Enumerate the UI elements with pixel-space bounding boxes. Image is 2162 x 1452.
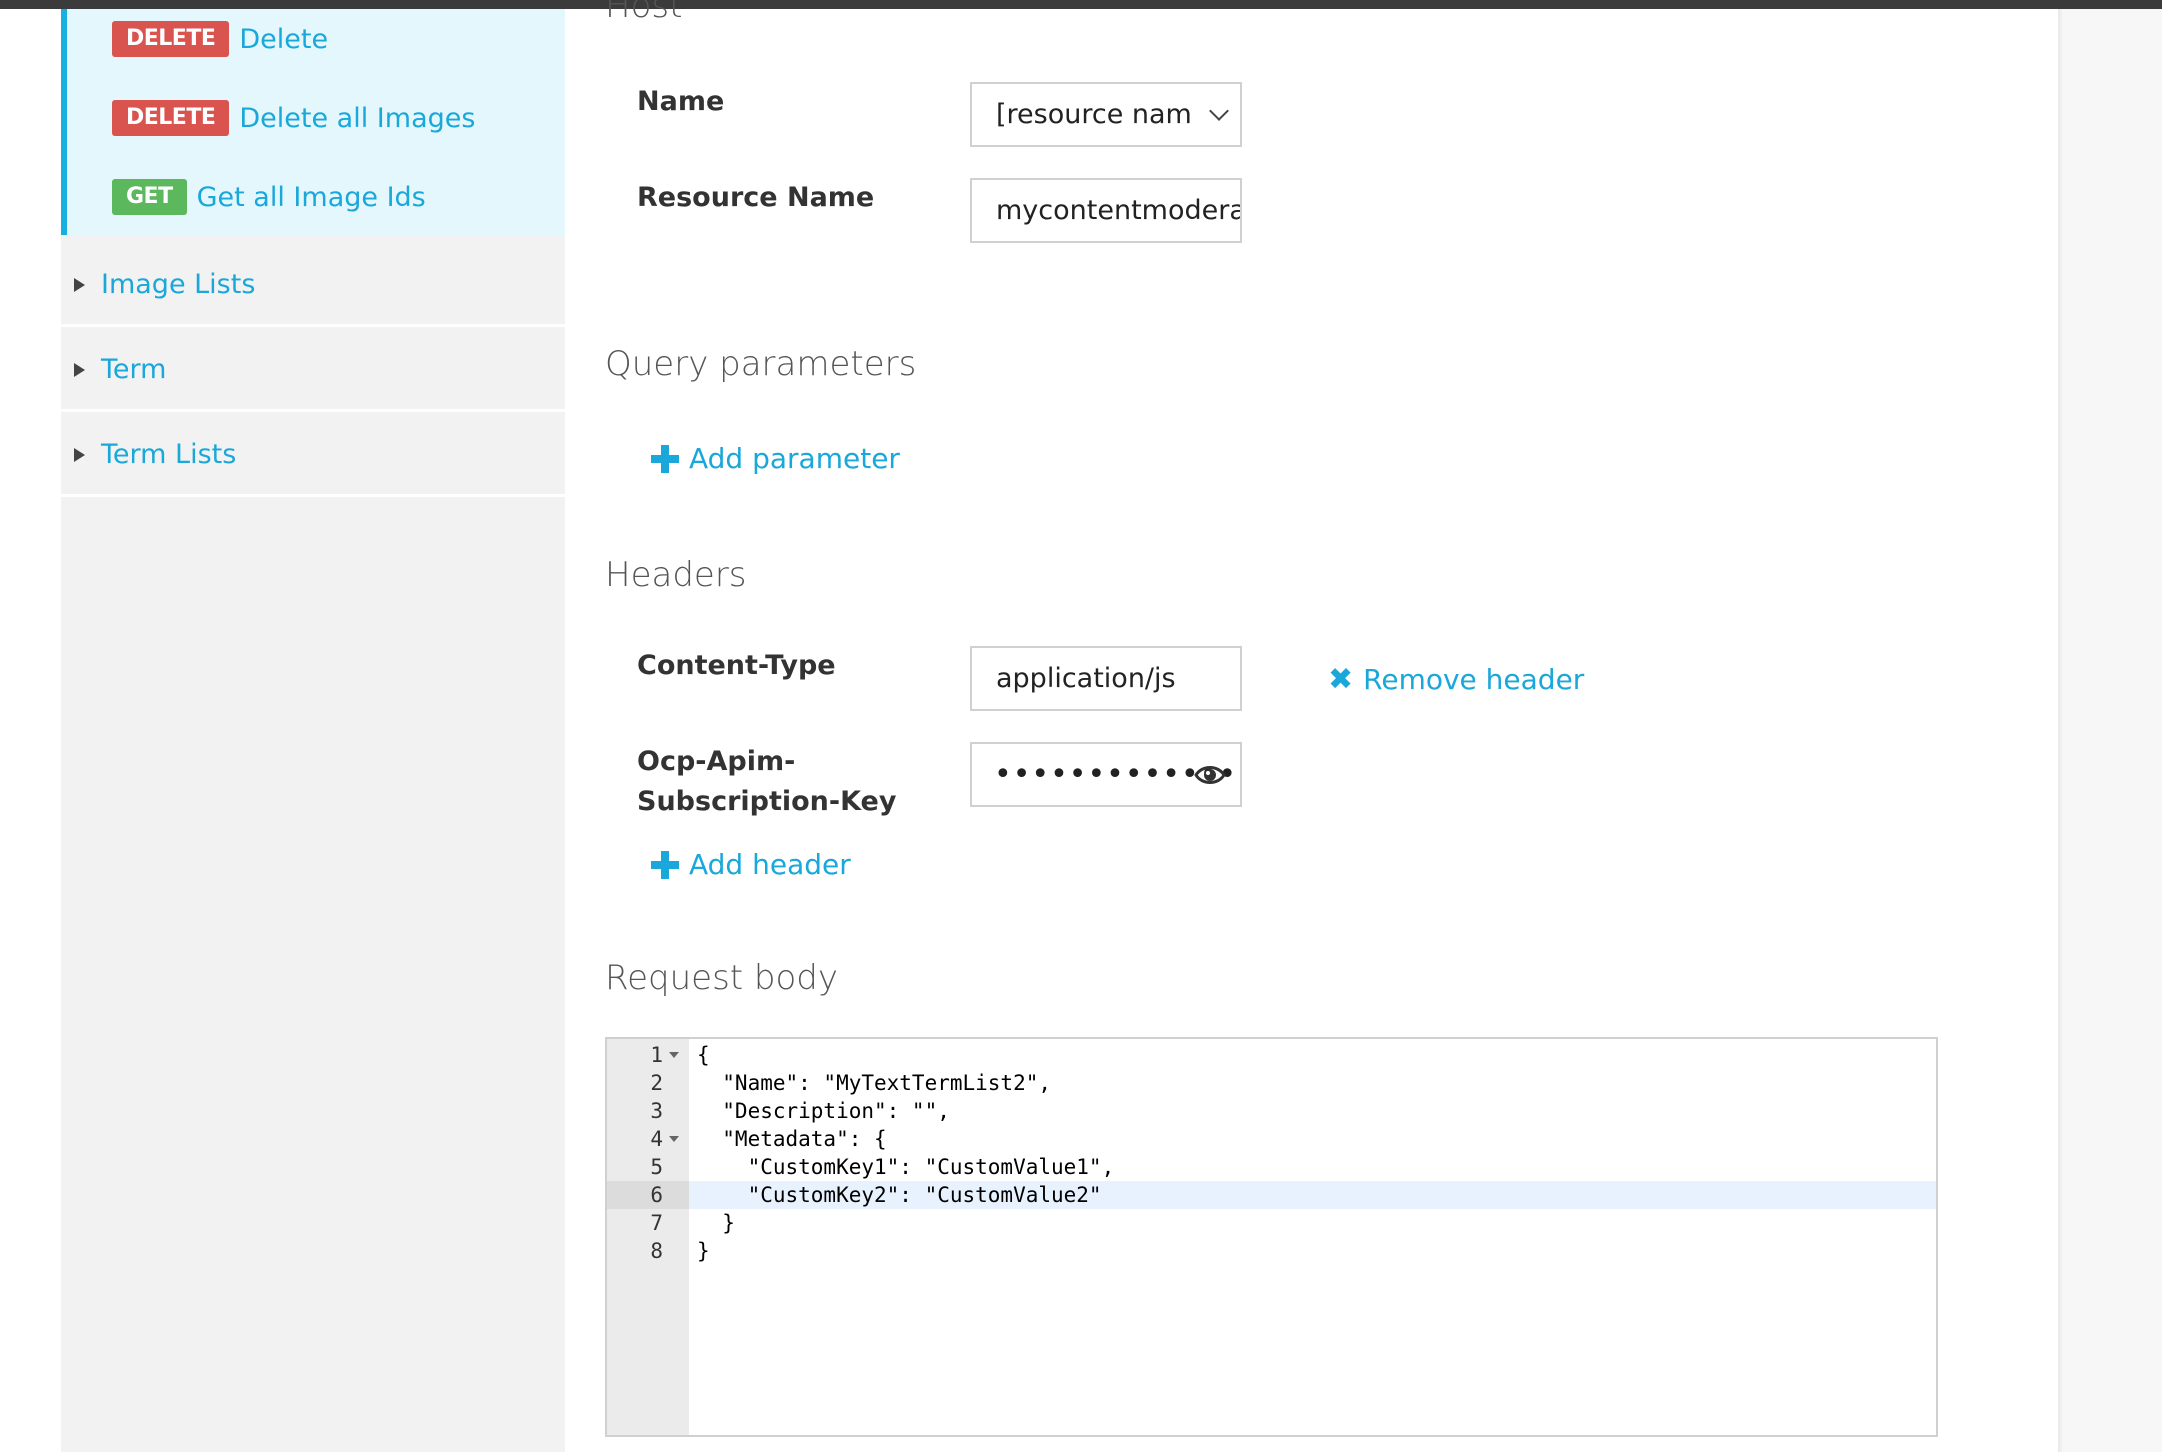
code-text: "Name": "MyTextTermList2",	[697, 1071, 1052, 1095]
content-type-value: application/js	[996, 663, 1176, 694]
resource-name-label: Resource Name	[637, 182, 875, 213]
code-text: "Description": "",	[697, 1099, 950, 1123]
code-text: }	[697, 1239, 710, 1263]
operation-label: Delete all Images	[239, 102, 476, 134]
name-label: Name	[637, 86, 725, 117]
request-body-title: Request body	[605, 958, 839, 998]
code-text: "CustomKey2": "CustomValue2"	[697, 1183, 1102, 1207]
method-badge: DELETE	[112, 100, 230, 136]
code-line: 4 "Metadata": {	[607, 1125, 1936, 1153]
line-number: 8	[650, 1239, 663, 1263]
plus-icon	[651, 444, 679, 473]
code-line-active: 6 "CustomKey2": "CustomValue2"	[607, 1181, 1936, 1209]
group-label: Image Lists	[101, 269, 256, 300]
code-line: 1 {	[607, 1041, 1936, 1069]
operations-panel: DELETE Delete DELETE Delete all Images G…	[61, 9, 565, 235]
name-select[interactable]: [resource nam	[970, 82, 1242, 147]
line-number: 3	[650, 1099, 663, 1123]
sidebar-group-term[interactable]: Term	[61, 330, 565, 412]
line-number: 6	[650, 1183, 663, 1207]
method-badge: GET	[112, 179, 187, 215]
code-line: 8 }	[607, 1237, 1936, 1265]
line-number: 4	[650, 1127, 663, 1151]
remove-header-label: Remove header	[1363, 663, 1585, 696]
content-type-input[interactable]: application/js	[970, 646, 1242, 711]
add-parameter-label: Add parameter	[689, 442, 900, 475]
add-parameter-link[interactable]: Add parameter	[651, 442, 900, 475]
close-icon: ✖	[1328, 662, 1354, 697]
page-right-margin	[2062, 9, 2162, 1452]
line-number: 5	[650, 1155, 663, 1179]
sidebar: DELETE Delete DELETE Delete all Images G…	[61, 9, 565, 1452]
content-type-label: Content-Type	[637, 650, 836, 681]
operation-delete[interactable]: DELETE Delete	[112, 19, 328, 59]
code-line: 7 }	[607, 1209, 1936, 1237]
code-text: }	[697, 1211, 735, 1235]
chevron-down-icon	[1209, 101, 1229, 121]
add-header-label: Add header	[689, 848, 851, 881]
operation-delete-all-images[interactable]: DELETE Delete all Images	[112, 98, 475, 138]
query-parameters-title: Query parameters	[605, 344, 917, 384]
code-text: {	[697, 1043, 710, 1067]
code-line: 2 "Name": "MyTextTermList2",	[607, 1069, 1936, 1097]
code-text: "CustomKey1": "CustomValue1",	[697, 1155, 1115, 1179]
subscription-key-label: Ocp-Apim-Subscription-Key	[637, 746, 897, 817]
subscription-key-input[interactable]: ••••••••••••••	[970, 742, 1242, 807]
code-line: 5 "CustomKey1": "CustomValue1",	[607, 1153, 1936, 1181]
expand-triangle-icon	[74, 362, 85, 377]
name-select-value: [resource nam	[996, 99, 1192, 130]
line-number: 2	[650, 1071, 663, 1095]
headers-title: Headers	[605, 555, 747, 595]
code-text: "Metadata": {	[697, 1127, 887, 1151]
line-number: 7	[650, 1211, 663, 1235]
eye-icon[interactable]	[1194, 762, 1226, 792]
fold-arrow-icon[interactable]	[669, 1052, 679, 1058]
request-body-editor[interactable]: 1 { 2 "Name": "MyTextTermList2", 3 "Desc…	[605, 1037, 1938, 1437]
host-section-title: Host	[605, 0, 683, 26]
window-top-bar	[0, 0, 2162, 9]
operation-label: Get all Image Ids	[196, 181, 426, 213]
sidebar-group-term-lists[interactable]: Term Lists	[61, 415, 565, 497]
group-label: Term	[101, 354, 167, 385]
operation-label: Delete	[239, 23, 329, 55]
line-number: 1	[650, 1043, 663, 1067]
fold-arrow-icon[interactable]	[669, 1136, 679, 1142]
resource-name-value: mycontentmodera	[996, 195, 1240, 226]
expand-triangle-icon	[74, 447, 85, 462]
expand-triangle-icon	[74, 277, 85, 292]
remove-header-link[interactable]: ✖ Remove header	[1328, 662, 1584, 697]
resource-name-input[interactable]: mycontentmodera	[970, 178, 1242, 243]
group-label: Term Lists	[101, 439, 237, 470]
plus-icon	[651, 850, 679, 879]
code-line: 3 "Description": "",	[607, 1097, 1936, 1125]
add-header-link[interactable]: Add header	[651, 848, 851, 881]
sidebar-group-image-lists[interactable]: Image Lists	[61, 245, 565, 327]
method-badge: DELETE	[112, 21, 230, 57]
operation-get-all-image-ids[interactable]: GET Get all Image Ids	[112, 177, 426, 217]
